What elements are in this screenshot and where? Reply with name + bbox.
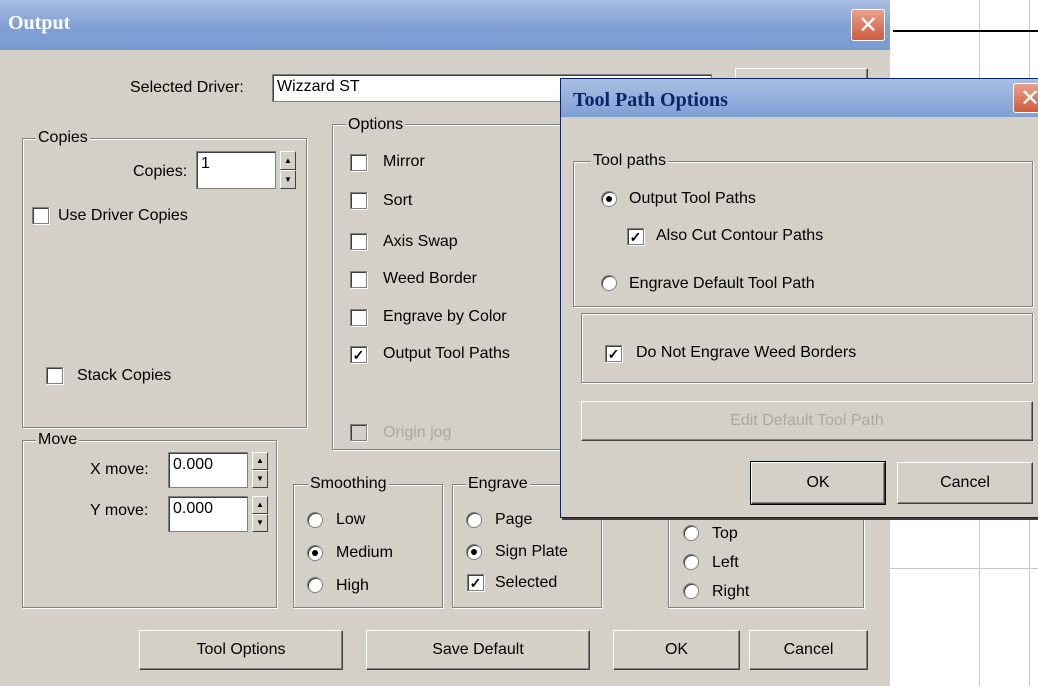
spin-up-icon[interactable]: ▲ — [252, 496, 268, 514]
copies-input[interactable]: 1 — [196, 151, 276, 189]
ruler-line — [893, 30, 1038, 32]
close-icon: ✕ — [1019, 84, 1038, 112]
spin-up-icon[interactable]: ▲ — [252, 452, 268, 470]
smoothing-medium-radio[interactable] — [307, 545, 323, 561]
origin-jog-checkbox[interactable] — [350, 424, 367, 441]
tool-path-title-bar: Tool Path Options ✕ — [561, 79, 1038, 117]
copies-group-title: Copies — [36, 129, 90, 147]
x-move-value: 0.000 — [173, 456, 214, 473]
cancel-button[interactable]: Cancel — [749, 630, 868, 670]
position-right-radio[interactable] — [683, 583, 699, 599]
engrave-group-title: Engrave — [466, 475, 530, 493]
engrave-sign-plate-label: Sign Plate — [495, 543, 568, 560]
position-top-label: Top — [712, 525, 738, 542]
y-move-spinner[interactable]: ▲ ▼ — [252, 496, 268, 532]
smoothing-group-title: Smoothing — [308, 475, 389, 493]
position-left-label: Left — [712, 554, 739, 571]
engrave-sign-plate-radio[interactable] — [466, 544, 482, 560]
sort-checkbox[interactable] — [350, 192, 367, 209]
spin-down-icon[interactable]: ▼ — [252, 514, 268, 532]
selected-label: Selected — [495, 574, 558, 591]
engrave-default-tool-path-label: Engrave Default Tool Path — [629, 275, 815, 292]
check-icon: ✓ — [469, 574, 482, 591]
origin-jog-label: Origin jog — [383, 424, 452, 441]
y-move-input[interactable]: 0.000 — [168, 496, 248, 532]
tool-path-cancel-button[interactable]: Cancel — [897, 462, 1033, 504]
x-move-input[interactable]: 0.000 — [168, 452, 248, 488]
weed-border-label: Weed Border — [383, 270, 477, 287]
y-move-label: Y move: — [90, 502, 149, 519]
stack-copies-label: Stack Copies — [77, 367, 172, 384]
engrave-by-color-checkbox[interactable] — [350, 309, 367, 326]
tool-options-button[interactable]: Tool Options — [139, 630, 343, 670]
smoothing-medium-label: Medium — [336, 544, 393, 561]
driver-value: Wizzard ST — [277, 78, 360, 95]
move-group-title: Move — [36, 431, 80, 449]
title-bar: Output ✕ — [0, 0, 890, 50]
dialog-title: Output — [8, 12, 71, 34]
options-group-title: Options — [346, 116, 406, 134]
weed-border-checkbox[interactable] — [350, 271, 367, 288]
smoothing-high-label: High — [336, 577, 369, 594]
tool-path-ok-button[interactable]: OK — [750, 461, 886, 505]
y-move-value: 0.000 — [173, 500, 214, 517]
grid-line — [890, 568, 1038, 569]
tool-paths-group-title: Tool paths — [591, 152, 668, 170]
output-tool-paths-checkbox[interactable]: ✓ — [350, 346, 367, 363]
engrave-page-radio[interactable] — [466, 512, 482, 528]
check-icon: ✓ — [607, 345, 620, 362]
position-right-label: Right — [712, 583, 750, 600]
do-not-engrave-weed-borders-checkbox[interactable]: ✓ — [605, 345, 622, 362]
also-cut-contour-checkbox[interactable]: ✓ — [627, 228, 644, 245]
axis-swap-label: Axis Swap — [383, 233, 458, 250]
mirror-label: Mirror — [383, 153, 425, 170]
smoothing-low-label: Low — [336, 511, 366, 528]
use-driver-copies-label: Use Driver Copies — [58, 207, 188, 224]
mirror-checkbox[interactable] — [350, 154, 367, 171]
engrave-page-label: Page — [495, 511, 533, 528]
position-top-radio[interactable] — [683, 525, 699, 541]
ok-button[interactable]: OK — [613, 630, 740, 670]
x-move-spinner[interactable]: ▲ ▼ — [252, 452, 268, 488]
copies-spinner[interactable]: ▲ ▼ — [280, 151, 296, 189]
save-default-button[interactable]: Save Default — [366, 630, 590, 670]
smoothing-low-radio[interactable] — [307, 512, 323, 528]
spin-down-icon[interactable]: ▼ — [252, 470, 268, 488]
stack-copies-checkbox[interactable] — [46, 367, 63, 384]
edit-default-tool-path-button[interactable]: Edit Default Tool Path — [581, 401, 1033, 441]
smoothing-high-radio[interactable] — [307, 577, 323, 593]
also-cut-contour-label: Also Cut Contour Paths — [656, 227, 824, 244]
output-tool-paths-label: Output Tool Paths — [383, 345, 510, 362]
copies-label: Copies: — [133, 163, 188, 180]
close-button[interactable]: ✕ — [851, 9, 885, 41]
tool-path-options-dialog: Tool Path Options ✕ Tool paths Output To… — [560, 78, 1038, 518]
copies-value: 1 — [201, 155, 210, 172]
spin-up-icon[interactable]: ▲ — [280, 151, 296, 170]
output-tool-paths-radio[interactable] — [601, 191, 617, 207]
use-driver-copies-checkbox[interactable] — [32, 207, 49, 224]
driver-label: Selected Driver: — [130, 79, 244, 96]
engrave-by-color-label: Engrave by Color — [383, 308, 507, 325]
sort-label: Sort — [383, 192, 413, 209]
spin-down-icon[interactable]: ▼ — [280, 170, 296, 189]
selected-checkbox[interactable]: ✓ — [467, 574, 484, 591]
close-icon: ✕ — [857, 11, 879, 39]
position-left-radio[interactable] — [683, 554, 699, 570]
axis-swap-checkbox[interactable] — [350, 233, 367, 250]
check-icon: ✓ — [352, 346, 365, 363]
do-not-engrave-weed-borders-label: Do Not Engrave Weed Borders — [636, 344, 857, 361]
x-move-label: X move: — [90, 461, 149, 478]
output-tool-paths-radio-label: Output Tool Paths — [629, 190, 756, 207]
tool-path-close-button[interactable]: ✕ — [1013, 83, 1038, 113]
check-icon: ✓ — [629, 228, 642, 245]
engrave-default-tool-path-radio[interactable] — [601, 275, 617, 291]
tool-path-dialog-title: Tool Path Options — [573, 89, 728, 111]
